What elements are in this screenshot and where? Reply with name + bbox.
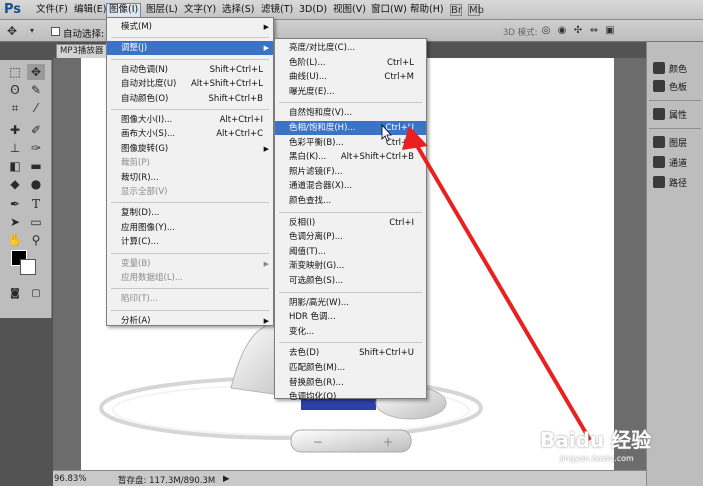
watermark-url: jingyan.baidu.com: [560, 454, 634, 463]
mouse-cursor-icon: [381, 123, 392, 142]
red-arrow-head: [402, 126, 428, 150]
watermark: Baidu 经验: [540, 428, 652, 452]
red-arrow-shaft: [414, 142, 592, 442]
annotation-overlay: [381, 123, 592, 442]
